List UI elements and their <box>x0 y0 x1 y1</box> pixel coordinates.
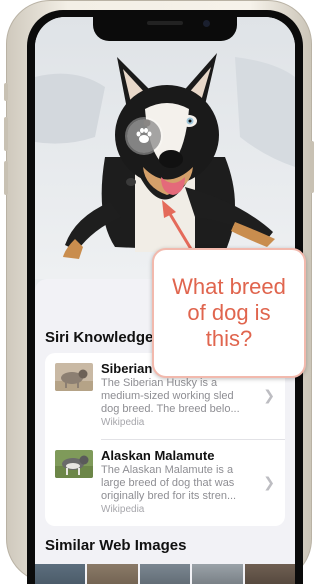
callout-text: What breed of dog is this? <box>172 274 286 351</box>
annotation-callout: What breed of dog is this? <box>152 248 306 378</box>
